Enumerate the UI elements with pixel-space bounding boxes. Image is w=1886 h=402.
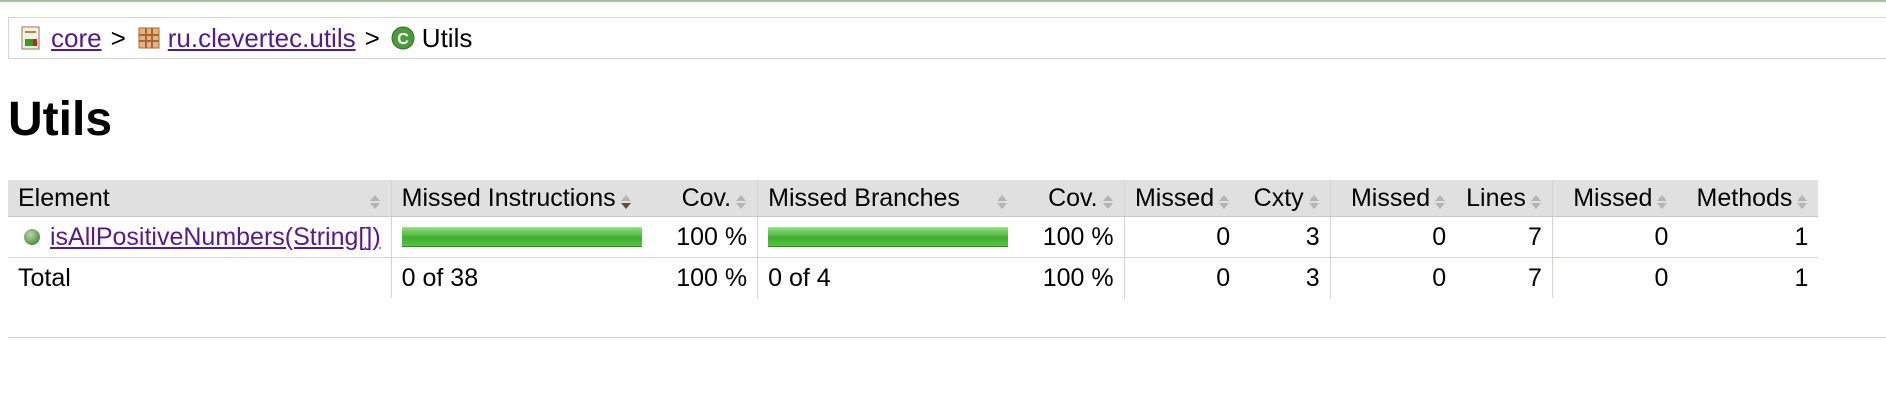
breadcrumb-separator: > (364, 22, 380, 53)
sort-arrows-icon (996, 189, 1008, 209)
total-cxty-missed: 0 (1123, 257, 1241, 298)
breadcrumb-current: Utils (421, 22, 473, 53)
header-lines[interactable]: Lines (1456, 180, 1553, 217)
header-methods[interactable]: Methods (1678, 180, 1819, 217)
total-methods-missed: 0 (1551, 257, 1679, 298)
instructions-cov-cell: 100 % (651, 216, 758, 258)
sort-arrows-icon (1102, 189, 1114, 209)
branches-cov-cell: 100 % (1018, 216, 1125, 258)
header-missed-branches[interactable]: Missed Branches (757, 180, 1019, 217)
total-cxty: 3 (1305, 263, 1320, 292)
footer-divider (8, 337, 1886, 338)
total-methods: 1 (1794, 263, 1809, 292)
header-lines-missed[interactable]: Missed (1329, 180, 1457, 217)
branches-coverage-bar (768, 227, 1009, 247)
header-branches-cov[interactable]: Cov. (1018, 180, 1125, 217)
header-instructions-cov[interactable]: Cov. (651, 180, 758, 217)
total-instructions-cov: 100 % (676, 263, 748, 292)
table-header-row: Element Missed Instructions Cov. Missed … (8, 180, 1819, 217)
table-row: isAllPositiveNumbers(String[]) 100 % 100… (8, 216, 1819, 258)
sort-arrows-icon (1218, 189, 1230, 209)
header-methods-missed[interactable]: Missed (1551, 180, 1679, 217)
total-branches-cov: 100 % (1042, 263, 1114, 292)
page-title: Utils (8, 93, 113, 146)
branches-bar-cell (757, 216, 1019, 258)
class-icon: C (390, 25, 416, 51)
package-icon (136, 25, 162, 51)
sort-arrows-icon (369, 189, 381, 209)
total-missed-instructions: 0 of 38 (390, 257, 652, 298)
total-lines-missed: 0 (1329, 257, 1457, 298)
coverage-table: Element Missed Instructions Cov. Missed … (8, 180, 1819, 298)
sort-arrows-icon (1308, 189, 1320, 209)
header-cxty[interactable]: Cxty (1240, 180, 1331, 217)
instructions-coverage-bar (401, 227, 642, 247)
lines-cell: 7 (1456, 216, 1553, 258)
top-divider (0, 0, 1886, 2)
methods-cell: 1 (1678, 216, 1819, 258)
breadcrumb-link-package[interactable]: ru.clevertec.utils (168, 23, 356, 54)
cxty-cell: 3 (1240, 216, 1331, 258)
svg-text:C: C (397, 31, 409, 48)
total-lines: 7 (1528, 263, 1542, 292)
report-icon (19, 25, 45, 51)
header-missed-instructions[interactable]: Missed Instructions (390, 180, 652, 217)
header-cxty-missed[interactable]: Missed (1123, 180, 1241, 217)
breadcrumb-separator: > (110, 22, 126, 53)
breadcrumb: core > ru.clevertec.utils > C Utils (8, 17, 1886, 59)
sort-arrows-icon (1530, 189, 1542, 209)
methods-missed-cell: 0 (1551, 216, 1679, 258)
sort-arrows-icon (1656, 189, 1668, 209)
cxty-missed-cell: 0 (1123, 216, 1241, 258)
method-link[interactable]: isAllPositiveNumbers(String[]) (50, 223, 381, 252)
method-icon (24, 229, 40, 245)
sort-arrows-icon (735, 189, 747, 209)
instructions-bar-cell (390, 216, 652, 258)
breadcrumb-link-core[interactable]: core (51, 23, 102, 54)
sort-arrows-icon (1796, 189, 1808, 209)
element-cell: isAllPositiveNumbers(String[]) (8, 216, 392, 258)
sort-arrows-icon (1434, 189, 1446, 209)
total-missed-branches: 0 of 4 (757, 257, 1019, 298)
header-element[interactable]: Element (8, 180, 392, 217)
total-label: Total (18, 263, 71, 292)
lines-missed-cell: 0 (1329, 216, 1457, 258)
sort-descending-icon (620, 189, 632, 209)
table-total-row: Total 0 of 38 100 % 0 of 4 100 % 0 3 0 7… (8, 257, 1818, 298)
